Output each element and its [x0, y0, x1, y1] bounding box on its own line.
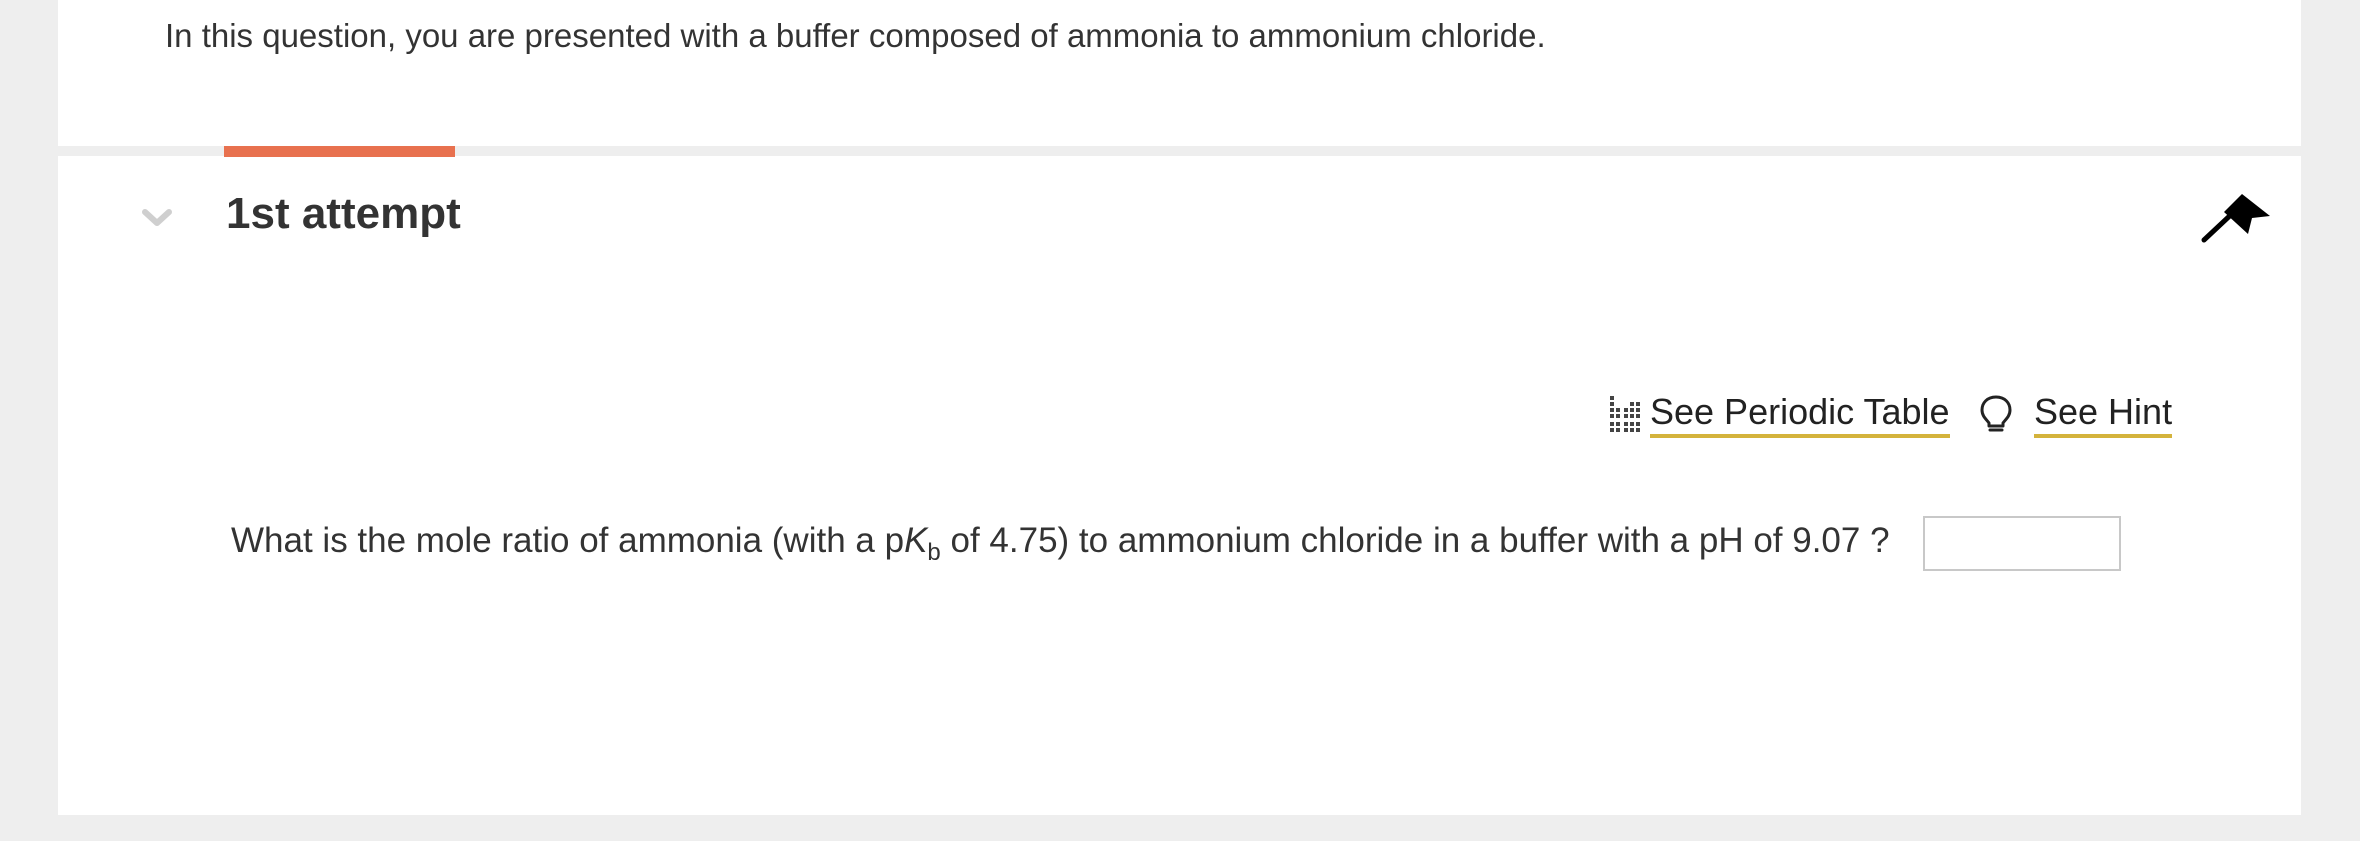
attempt-card — [58, 156, 2301, 815]
chevron-down-icon[interactable] — [139, 200, 175, 236]
see-periodic-table-link[interactable]: See Periodic Table — [1606, 388, 1950, 440]
question-k-symbol: K — [904, 521, 928, 560]
attempt-tab-indicator — [224, 146, 455, 157]
intro-card: In this question, you are presented with… — [58, 0, 2301, 146]
attempt-title: 1st attempt — [226, 189, 461, 238]
see-hint-link[interactable]: See Hint — [1978, 388, 2173, 440]
question-prefix: What is the mole ratio of ammonia (with … — [231, 521, 905, 560]
intro-text: In this question, you are presented with… — [165, 17, 1546, 54]
see-hint-label[interactable]: See Hint — [2034, 390, 2173, 438]
question-text: What is the mole ratio of ammonia (with … — [231, 515, 1890, 567]
answer-input[interactable] — [1923, 516, 2121, 571]
see-periodic-table-label[interactable]: See Periodic Table — [1650, 390, 1950, 438]
question-suffix: of 4.75) to ammonium chloride in a buffe… — [940, 521, 1890, 560]
flag-icon[interactable] — [2196, 190, 2274, 246]
question-k-subscript: b — [927, 539, 941, 566]
lightbulb-icon — [1980, 395, 2012, 432]
periodic-table-icon — [1610, 396, 1640, 432]
